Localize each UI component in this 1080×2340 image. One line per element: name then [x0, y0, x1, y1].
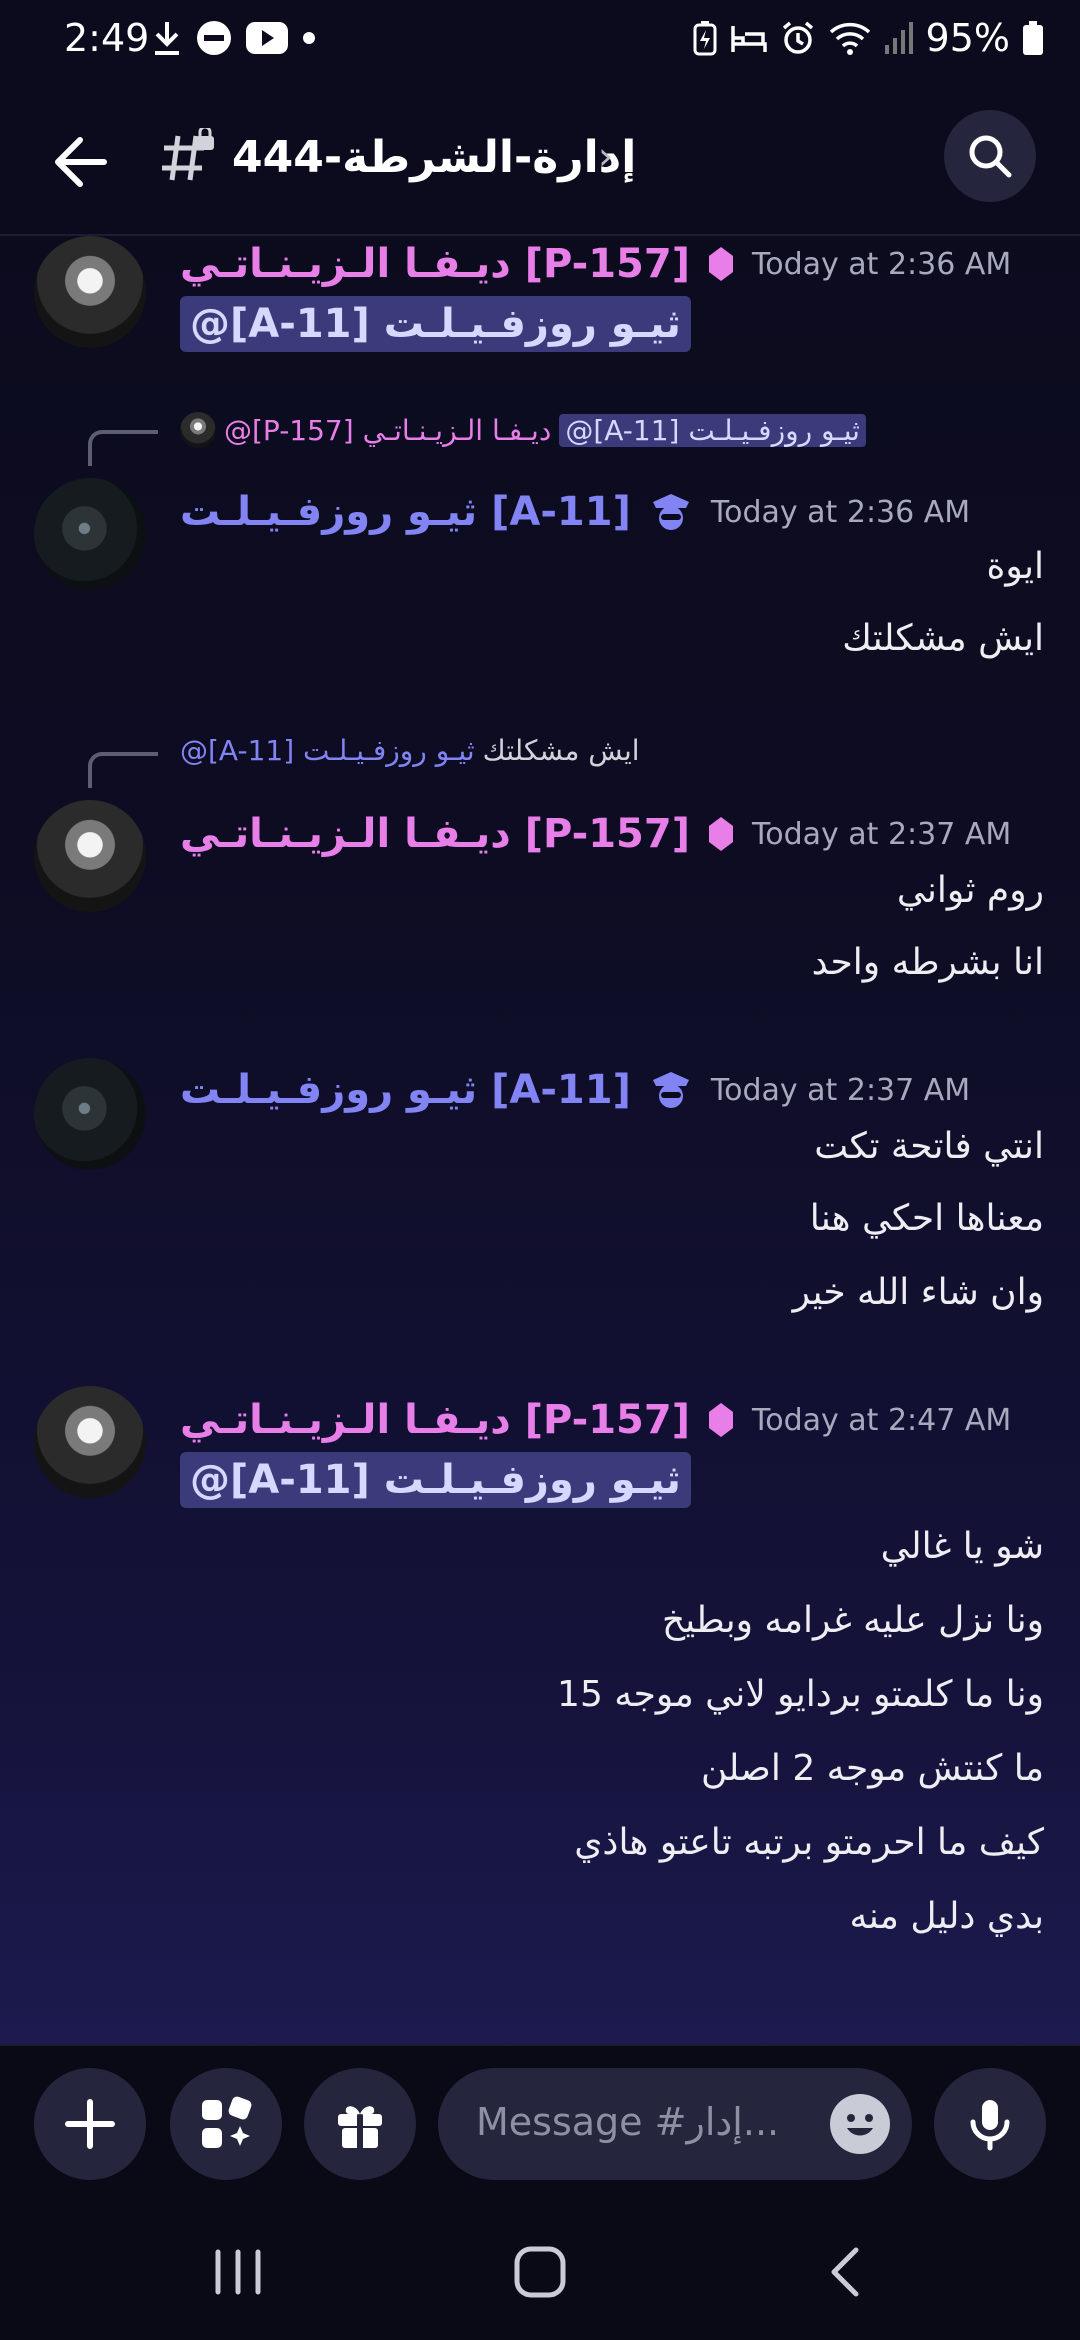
- back-nav-icon: [831, 2247, 859, 2297]
- avatar[interactable]: [34, 800, 146, 912]
- system-navigation-bar: [0, 2204, 1080, 2340]
- reply-text: ايش مشكلتك: [482, 734, 640, 767]
- channel-name[interactable]: إدارة-الشرطة-444: [232, 132, 636, 183]
- signal-icon: [884, 22, 913, 54]
- voice-message-button[interactable]: [934, 2068, 1046, 2180]
- timestamp: Today at 2:47 AM: [751, 1402, 1012, 1438]
- apps-button[interactable]: [170, 2068, 282, 2180]
- dot-icon: [303, 32, 315, 44]
- message-header: ثيـو روزفـيـلـت [A-11] Today at 2:37 AM: [180, 1062, 970, 1118]
- message-text: كيف ما احرمتو برتبه تاعتو هاذي: [574, 1822, 1044, 1863]
- police-officer-icon: [652, 494, 689, 530]
- download-icon: [155, 22, 179, 55]
- search-button[interactable]: [944, 110, 1036, 202]
- user-mention[interactable]: @[A-11] ثيـو روزفـيـلـت: [180, 296, 691, 352]
- timestamp: Today at 2:37 AM: [751, 816, 1012, 852]
- hashtag-lock-icon: [160, 125, 220, 188]
- battery-percent: 95%: [925, 16, 1010, 60]
- recents-icon: [215, 2249, 261, 2295]
- message-header: ثيـو روزفـيـلـت [A-11] Today at 2:36 AM: [180, 484, 970, 540]
- back-arrow-icon: [55, 137, 107, 187]
- channel-header: إدارة-الشرطة-444 ›: [0, 86, 1080, 236]
- back-button[interactable]: [46, 126, 118, 198]
- message-placeholder: Message #إدار...: [476, 2100, 780, 2144]
- gem-icon: [708, 817, 733, 851]
- message-text: ما كنتش موجه 2 اصلن: [700, 1748, 1044, 1789]
- message-text: روم ثواني: [896, 870, 1044, 911]
- message-header: ديـفـا الـزيـنـاتـي [P-157] Today at 2:4…: [180, 1392, 1011, 1448]
- author-name[interactable]: ديـفـا الـزيـنـاتـي [P-157]: [180, 1397, 690, 1443]
- message-text: انا بشرطه واحد: [811, 942, 1044, 983]
- add-attachment-button[interactable]: [34, 2068, 146, 2180]
- gem-icon: [708, 247, 733, 281]
- home-icon: [514, 2246, 566, 2298]
- message-input[interactable]: Message #إدار...: [438, 2068, 912, 2180]
- reply-preview[interactable]: @[A-11] ثيـو روزفـيـلـت ايش مشكلتك: [180, 734, 640, 767]
- message-text: ونا نزل عليه غرامه وبطيخ: [661, 1600, 1044, 1641]
- alarm-icon: [782, 21, 813, 54]
- author-name[interactable]: ثيـو روزفـيـلـت [A-11]: [180, 1067, 631, 1113]
- sleep-icon: [730, 26, 767, 52]
- status-time: 2:49: [64, 16, 150, 60]
- message-text: بدي دليل منه: [849, 1896, 1044, 1937]
- timestamp: Today at 2:36 AM: [710, 494, 971, 530]
- message-text: ونا ما كلمتو بردايو لاني موجه 15: [557, 1674, 1044, 1715]
- message-text: انتي فاتحة تكت: [814, 1126, 1044, 1167]
- message-text: ايش مشكلتك: [842, 618, 1044, 659]
- youtube-icon: [246, 22, 288, 54]
- message-composer: Message #إدار...: [0, 2044, 1080, 2204]
- avatar[interactable]: [34, 236, 146, 348]
- wifi-icon: [829, 22, 870, 55]
- status-bar: 2:49 95%: [0, 0, 1080, 86]
- reply-mention: @[A-11] ثيـو روزفـيـلـت: [559, 413, 866, 447]
- author-name[interactable]: ديـفـا الـزيـنـاتـي [P-157]: [180, 241, 690, 287]
- gift-icon: [338, 2106, 382, 2148]
- plus-icon: [65, 2099, 115, 2149]
- microphone-icon: [970, 2100, 1010, 2151]
- do-not-disturb-icon: [197, 21, 231, 55]
- reply-author: @[P-157] ديـفـا الـزيـنـاتـي: [224, 413, 552, 447]
- message-header: ديـفـا الـزيـنـاتـي [P-157] Today at 2:3…: [180, 806, 1011, 862]
- back-nav-button[interactable]: [820, 2244, 870, 2304]
- author-name[interactable]: ديـفـا الـزيـنـاتـي [P-157]: [180, 811, 690, 857]
- police-officer-icon: [652, 1072, 689, 1108]
- avatar[interactable]: [34, 1058, 146, 1170]
- gift-button[interactable]: [304, 2068, 416, 2180]
- author-name[interactable]: ثيـو روزفـيـلـت [A-11]: [180, 489, 631, 535]
- avatar[interactable]: [34, 1386, 146, 1498]
- reply-author: @[A-11] ثيـو روزفـيـلـت: [180, 734, 475, 767]
- battery-icon: [1023, 21, 1043, 55]
- message-text: وان شاء الله خير: [792, 1272, 1044, 1313]
- timestamp: Today at 2:36 AM: [751, 246, 1012, 282]
- message-text: شو يا غالي: [880, 1526, 1044, 1567]
- reply-preview[interactable]: @[P-157] ديـفـا الـزيـنـاتـي @[A-11] ثيـ…: [180, 412, 866, 448]
- system-status: 95%: [692, 16, 1044, 60]
- reply-connector: [88, 430, 158, 466]
- apps-icon: [202, 2096, 252, 2148]
- emoji-button[interactable]: [830, 2094, 890, 2154]
- gem-icon: [708, 1403, 733, 1437]
- reply-avatar: [180, 412, 216, 448]
- user-mention[interactable]: @[A-11] ثيـو روزفـيـلـت: [180, 1452, 691, 1508]
- timestamp: Today at 2:37 AM: [710, 1072, 971, 1108]
- message-text: معناها احكي هنا: [809, 1198, 1044, 1239]
- battery-saver-icon: [693, 21, 717, 56]
- emoji-icon: [847, 2114, 873, 2136]
- message-header: ديـفـا الـزيـنـاتـي [P-157] Today at 2:3…: [180, 236, 1011, 292]
- home-button[interactable]: [510, 2244, 570, 2304]
- message-text: ايوة: [986, 546, 1044, 587]
- search-icon: [969, 135, 1012, 178]
- avatar[interactable]: [34, 478, 146, 590]
- chevron-right-icon[interactable]: ›: [598, 134, 613, 178]
- reply-connector: [88, 752, 158, 788]
- notification-icons: [152, 20, 316, 56]
- recents-button[interactable]: [208, 2244, 268, 2304]
